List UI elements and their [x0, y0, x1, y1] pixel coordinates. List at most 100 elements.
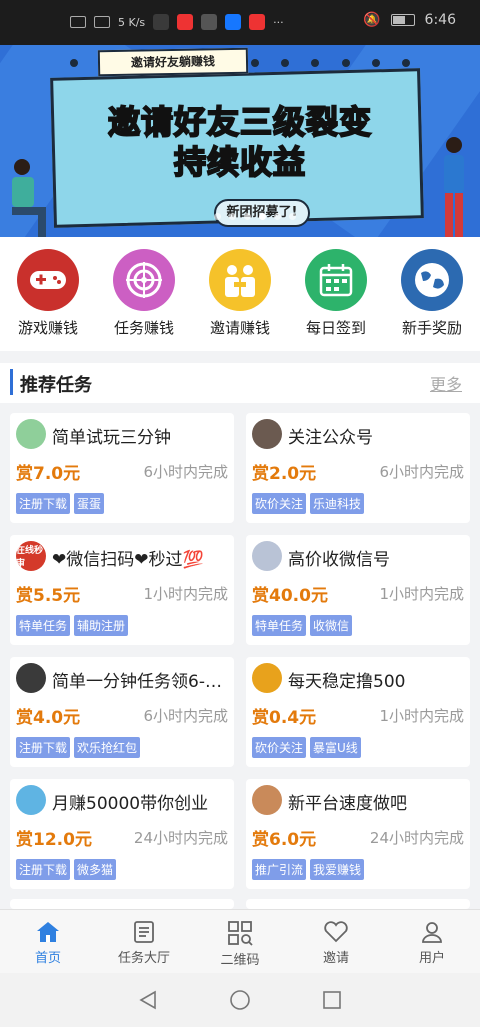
task-reward: 赏12.0元 [16, 830, 92, 850]
nav-qrcode[interactable]: 二维码 [192, 910, 288, 973]
task-card[interactable]: 月赚50000带你创业 赏12.0元 24小时内完成 注册下载 微多猫 [10, 779, 234, 889]
carousel-dot[interactable] [229, 213, 236, 220]
back-icon[interactable] [137, 989, 159, 1011]
task-tag: 欢乐抢红包 [74, 737, 141, 758]
home-icon [37, 922, 59, 942]
nav-label: 邀请 [322, 951, 349, 966]
carousel-dot[interactable] [214, 213, 221, 220]
heart-icon [324, 921, 348, 943]
more-link[interactable]: 更多 [430, 371, 462, 395]
category-label: 邀请赚钱 [209, 319, 270, 337]
task-avatar [16, 419, 46, 449]
battery-icon [390, 14, 415, 26]
task-title: 高价收微信号 [288, 550, 390, 570]
task-tag: 砍价关注 [252, 737, 307, 758]
task-avatar [252, 663, 282, 693]
task-deadline: 24小时内完成 [369, 829, 464, 847]
task-tag: 砍价关注 [252, 493, 307, 514]
nav-task-hall[interactable]: 任务大厅 [96, 910, 192, 973]
home-circle-icon[interactable] [229, 989, 251, 1011]
task-title: 关注公众号 [288, 428, 373, 448]
task-card[interactable]: 简单一分钟任务领6-… 赏4.0元 6小时内完成 注册下载 欢乐抢红包 [10, 657, 234, 767]
signal-icon [70, 16, 86, 28]
clock: 6:46 [424, 12, 456, 28]
task-tag: 辅助注册 [74, 615, 129, 636]
task-card-partial[interactable] [10, 899, 234, 909]
wifi-icon [94, 16, 110, 28]
person-illustration-icon [444, 137, 464, 237]
task-card-partial[interactable] [246, 899, 470, 909]
recommended-tasks-header: 推荐任务 更多 [0, 363, 480, 403]
task-reward: 赏5.5元 [16, 586, 81, 606]
category-invite[interactable]: 邀请赚钱 [195, 249, 285, 351]
task-tag: 我爱赚钱 [310, 859, 365, 880]
message-icon [201, 14, 218, 30]
task-avatar [252, 785, 282, 815]
task-tag: 推广引流 [252, 859, 307, 880]
task-tag: 收微信 [310, 615, 353, 636]
banner-note: 邀请好友躺赚钱 [97, 47, 249, 77]
mute-icon: 🔕 [363, 12, 381, 28]
user-icon [422, 922, 442, 943]
gamepad-icon [17, 249, 79, 311]
task-reward: 赏40.0元 [252, 586, 328, 606]
category-label: 新手奖励 [401, 319, 462, 337]
task-reward: 赏2.0元 [252, 464, 317, 484]
section-title: 推荐任务 [20, 375, 92, 396]
carousel-indicator[interactable] [214, 213, 296, 220]
promo-banner[interactable]: 邀请好友躺赚钱 邀请好友三级裂变 持续收益 新团招募了! [0, 45, 480, 237]
task-title: 简单试玩三分钟 [52, 428, 171, 448]
carousel-dot-active[interactable] [259, 213, 266, 220]
carousel-dot[interactable] [274, 213, 281, 220]
task-avatar [252, 541, 282, 571]
category-game[interactable]: 游戏赚钱 [3, 249, 93, 351]
category-label: 游戏赚钱 [17, 319, 78, 337]
task-card[interactable]: 新平台速度做吧 赏6.0元 24小时内完成 推广引流 我爱赚钱 [246, 779, 470, 889]
nav-user[interactable]: 用户 [384, 910, 480, 973]
task-title: 新平台速度做吧 [288, 794, 407, 814]
carousel-dot[interactable] [289, 213, 296, 220]
task-card[interactable]: 在线秒审 ❤微信扫码❤秒过💯 赏5.5元 1小时内完成 特单任务 辅助注册 [10, 535, 234, 645]
category-task[interactable]: 任务赚钱 [99, 249, 189, 351]
network-speed: 5 K/s [118, 15, 146, 29]
task-reward: 赏0.4元 [252, 708, 317, 728]
task-tag: 蛋蛋 [74, 493, 105, 514]
task-avatar: 在线秒审 [16, 541, 46, 571]
status-bar: 5 K/s ··· 🔕 6:46 [0, 0, 480, 45]
task-card[interactable]: 关注公众号 赏2.0元 6小时内完成 砍价关注 乐迪科技 [246, 413, 470, 523]
category-newbie[interactable]: 新手奖励 [387, 249, 477, 351]
nav-invite[interactable]: 邀请 [288, 910, 384, 973]
task-tag: 特单任务 [252, 615, 307, 636]
task-deadline: 1小时内完成 [379, 707, 464, 725]
nav-home[interactable]: 首页 [0, 910, 96, 973]
task-tag: 微多猫 [74, 859, 117, 880]
status-icons-right: 🔕 6:46 [363, 12, 456, 28]
recents-icon[interactable] [321, 989, 343, 1011]
nav-label: 首页 [34, 951, 61, 966]
section-accent-bar [10, 369, 13, 395]
status-icons-left: 5 K/s ··· [70, 14, 284, 30]
nav-label: 二维码 [220, 953, 260, 968]
task-card[interactable]: 简单试玩三分钟 赏7.0元 6小时内完成 注册下载 蛋蛋 [10, 413, 234, 523]
category-checkin[interactable]: 每日签到 [291, 249, 381, 351]
banner-subheadline: 持续收益 [173, 142, 306, 182]
app-notification-icon-2 [249, 14, 266, 30]
task-reward: 赏7.0元 [16, 464, 81, 484]
task-avatar [16, 785, 46, 815]
carousel-dot[interactable] [244, 213, 251, 220]
alipay-icon [225, 14, 242, 30]
task-reward: 赏6.0元 [252, 830, 317, 850]
list-icon [134, 921, 154, 943]
qrcode-icon [228, 921, 253, 946]
category-label: 任务赚钱 [113, 319, 174, 337]
nav-label: 用户 [418, 951, 445, 966]
task-card[interactable]: 每天稳定撸500 赏0.4元 1小时内完成 砍价关注 暴富U线 [246, 657, 470, 767]
app-notification-icon [177, 14, 194, 30]
task-tag: 注册下载 [16, 737, 71, 758]
task-card[interactable]: 高价收微信号 赏40.0元 1小时内完成 特单任务 收微信 [246, 535, 470, 645]
category-menu: 游戏赚钱 任务赚钱 邀请赚钱 每日签到 新手奖励 [0, 237, 480, 351]
target-icon [113, 249, 175, 311]
system-navigation-bar [0, 973, 480, 1027]
category-label: 每日签到 [305, 319, 366, 337]
task-reward: 赏4.0元 [16, 708, 81, 728]
